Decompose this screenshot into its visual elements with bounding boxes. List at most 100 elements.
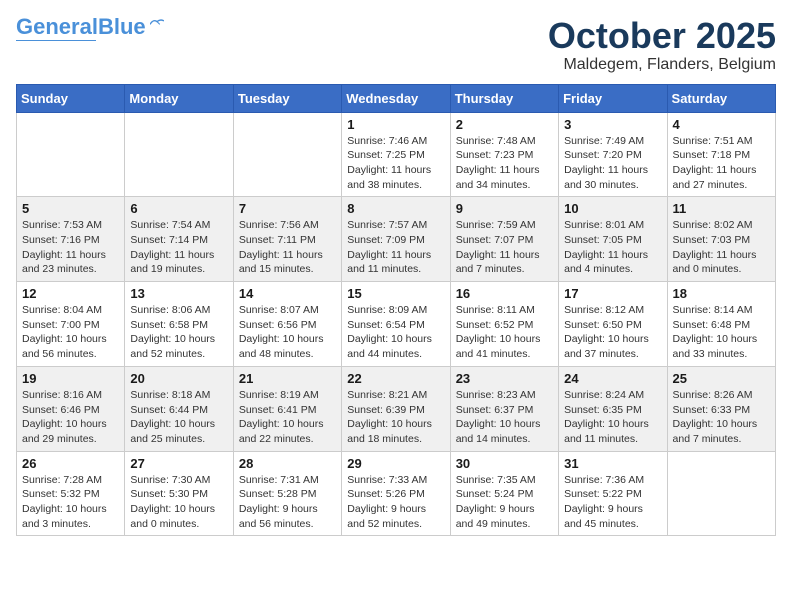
day-number: 25 (673, 371, 770, 386)
day-number: 4 (673, 117, 770, 132)
calendar-cell: 30 Sunrise: 7:35 AM Sunset: 5:24 PM Dayli… (450, 451, 558, 536)
calendar-cell: 3 Sunrise: 7:49 AM Sunset: 7:20 PM Daylig… (559, 112, 667, 197)
day-number: 26 (22, 456, 119, 471)
title-block: October 2025 Maldegem, Flanders, Belgium (548, 16, 776, 74)
day-info: Sunrise: 7:56 AM Sunset: 7:11 PM Dayligh… (239, 218, 336, 277)
calendar-cell: 25Sunrise: 8:26 AM Sunset: 6:33 PM Dayli… (667, 366, 775, 451)
logo: GeneralBlue (16, 16, 164, 41)
calendar-cell: 4 Sunrise: 7:51 AM Sunset: 7:18 PM Daylig… (667, 112, 775, 197)
calendar-cell: 18 Sunrise: 8:14 AM Sunset: 6:48 PM Dayli… (667, 282, 775, 367)
calendar-cell: 21Sunrise: 8:19 AM Sunset: 6:41 PM Dayli… (233, 366, 341, 451)
calendar-table: SundayMondayTuesdayWednesdayThursdayFrid… (16, 84, 776, 537)
day-number: 28 (239, 456, 336, 471)
day-number: 9 (456, 201, 553, 216)
day-info: Sunrise: 7:28 AM Sunset: 5:32 PM Dayligh… (22, 473, 119, 532)
day-number: 17 (564, 286, 661, 301)
page-header: GeneralBlue October 2025 Maldegem, Fland… (16, 16, 776, 74)
calendar-cell: 6Sunrise: 7:54 AM Sunset: 7:14 PM Daylig… (125, 197, 233, 282)
day-info: Sunrise: 8:24 AM Sunset: 6:35 PM Dayligh… (564, 388, 661, 447)
day-info: Sunrise: 8:04 AM Sunset: 7:00 PM Dayligh… (22, 303, 119, 362)
day-number: 13 (130, 286, 227, 301)
calendar-cell: 27 Sunrise: 7:30 AM Sunset: 5:30 PM Dayli… (125, 451, 233, 536)
day-number: 14 (239, 286, 336, 301)
calendar-cell: 11Sunrise: 8:02 AM Sunset: 7:03 PM Dayli… (667, 197, 775, 282)
day-info: Sunrise: 8:06 AM Sunset: 6:58 PM Dayligh… (130, 303, 227, 362)
day-info: Sunrise: 8:11 AM Sunset: 6:52 PM Dayligh… (456, 303, 553, 362)
calendar-cell: 7Sunrise: 7:56 AM Sunset: 7:11 PM Daylig… (233, 197, 341, 282)
day-info: Sunrise: 8:23 AM Sunset: 6:37 PM Dayligh… (456, 388, 553, 447)
week-row-4: 19Sunrise: 8:16 AM Sunset: 6:46 PM Dayli… (17, 366, 776, 451)
day-info: Sunrise: 7:33 AM Sunset: 5:26 PM Dayligh… (347, 473, 444, 532)
day-info: Sunrise: 7:35 AM Sunset: 5:24 PM Dayligh… (456, 473, 553, 532)
day-number: 12 (22, 286, 119, 301)
weekday-header-thursday: Thursday (450, 84, 558, 112)
day-info: Sunrise: 8:02 AM Sunset: 7:03 PM Dayligh… (673, 218, 770, 277)
day-number: 30 (456, 456, 553, 471)
day-info: Sunrise: 8:19 AM Sunset: 6:41 PM Dayligh… (239, 388, 336, 447)
calendar-cell: 24 Sunrise: 8:24 AM Sunset: 6:35 PM Dayli… (559, 366, 667, 451)
day-number: 3 (564, 117, 661, 132)
calendar-cell: 20Sunrise: 8:18 AM Sunset: 6:44 PM Dayli… (125, 366, 233, 451)
day-info: Sunrise: 7:49 AM Sunset: 7:20 PM Dayligh… (564, 134, 661, 193)
day-number: 31 (564, 456, 661, 471)
month-title: October 2025 (548, 16, 776, 56)
day-number: 2 (456, 117, 553, 132)
day-info: Sunrise: 8:07 AM Sunset: 6:56 PM Dayligh… (239, 303, 336, 362)
weekday-header-friday: Friday (559, 84, 667, 112)
location-subtitle: Maldegem, Flanders, Belgium (548, 56, 776, 74)
calendar-cell: 5 Sunrise: 7:53 AM Sunset: 7:16 PM Daylig… (17, 197, 125, 282)
day-info: Sunrise: 8:12 AM Sunset: 6:50 PM Dayligh… (564, 303, 661, 362)
day-number: 15 (347, 286, 444, 301)
calendar-cell (667, 451, 775, 536)
day-info: Sunrise: 7:51 AM Sunset: 7:18 PM Dayligh… (673, 134, 770, 193)
week-row-3: 12 Sunrise: 8:04 AM Sunset: 7:00 PM Dayli… (17, 282, 776, 367)
weekday-header-monday: Monday (125, 84, 233, 112)
day-info: Sunrise: 7:31 AM Sunset: 5:28 PM Dayligh… (239, 473, 336, 532)
calendar-cell: 8 Sunrise: 7:57 AM Sunset: 7:09 PM Daylig… (342, 197, 450, 282)
day-number: 29 (347, 456, 444, 471)
calendar-cell: 15Sunrise: 8:09 AM Sunset: 6:54 PM Dayli… (342, 282, 450, 367)
calendar-cell: 2 Sunrise: 7:48 AM Sunset: 7:23 PM Daylig… (450, 112, 558, 197)
calendar-cell (233, 112, 341, 197)
logo-bird-icon (150, 18, 164, 28)
calendar-cell: 14 Sunrise: 8:07 AM Sunset: 6:56 PM Dayli… (233, 282, 341, 367)
day-info: Sunrise: 7:30 AM Sunset: 5:30 PM Dayligh… (130, 473, 227, 532)
calendar-cell: 12 Sunrise: 8:04 AM Sunset: 7:00 PM Dayli… (17, 282, 125, 367)
day-info: Sunrise: 7:54 AM Sunset: 7:14 PM Dayligh… (130, 218, 227, 277)
day-info: Sunrise: 7:53 AM Sunset: 7:16 PM Dayligh… (22, 218, 119, 277)
calendar-cell (17, 112, 125, 197)
day-info: Sunrise: 8:01 AM Sunset: 7:05 PM Dayligh… (564, 218, 661, 277)
day-number: 22 (347, 371, 444, 386)
calendar-cell: 13 Sunrise: 8:06 AM Sunset: 6:58 PM Dayli… (125, 282, 233, 367)
day-info: Sunrise: 7:36 AM Sunset: 5:22 PM Dayligh… (564, 473, 661, 532)
calendar-cell: 10Sunrise: 8:01 AM Sunset: 7:05 PM Dayli… (559, 197, 667, 282)
day-info: Sunrise: 7:59 AM Sunset: 7:07 PM Dayligh… (456, 218, 553, 277)
calendar-cell: 16 Sunrise: 8:11 AM Sunset: 6:52 PM Dayli… (450, 282, 558, 367)
day-number: 24 (564, 371, 661, 386)
weekday-header-wednesday: Wednesday (342, 84, 450, 112)
day-info: Sunrise: 8:21 AM Sunset: 6:39 PM Dayligh… (347, 388, 444, 447)
day-number: 27 (130, 456, 227, 471)
calendar-cell (125, 112, 233, 197)
calendar-cell: 9 Sunrise: 7:59 AM Sunset: 7:07 PM Daylig… (450, 197, 558, 282)
day-number: 1 (347, 117, 444, 132)
logo-text: GeneralBlue (16, 16, 146, 38)
week-row-5: 26 Sunrise: 7:28 AM Sunset: 5:32 PM Dayli… (17, 451, 776, 536)
weekday-header-saturday: Saturday (667, 84, 775, 112)
weekday-header-tuesday: Tuesday (233, 84, 341, 112)
day-info: Sunrise: 7:48 AM Sunset: 7:23 PM Dayligh… (456, 134, 553, 193)
day-info: Sunrise: 8:16 AM Sunset: 6:46 PM Dayligh… (22, 388, 119, 447)
day-number: 18 (673, 286, 770, 301)
calendar-cell: 1Sunrise: 7:46 AM Sunset: 7:25 PM Daylig… (342, 112, 450, 197)
calendar-cell: 31 Sunrise: 7:36 AM Sunset: 5:22 PM Dayli… (559, 451, 667, 536)
day-number: 23 (456, 371, 553, 386)
calendar-cell: 28 Sunrise: 7:31 AM Sunset: 5:28 PM Dayli… (233, 451, 341, 536)
calendar-cell: 17 Sunrise: 8:12 AM Sunset: 6:50 PM Dayli… (559, 282, 667, 367)
day-info: Sunrise: 7:57 AM Sunset: 7:09 PM Dayligh… (347, 218, 444, 277)
day-number: 16 (456, 286, 553, 301)
day-info: Sunrise: 8:18 AM Sunset: 6:44 PM Dayligh… (130, 388, 227, 447)
day-number: 5 (22, 201, 119, 216)
day-info: Sunrise: 8:14 AM Sunset: 6:48 PM Dayligh… (673, 303, 770, 362)
day-number: 8 (347, 201, 444, 216)
weekday-header-sunday: Sunday (17, 84, 125, 112)
